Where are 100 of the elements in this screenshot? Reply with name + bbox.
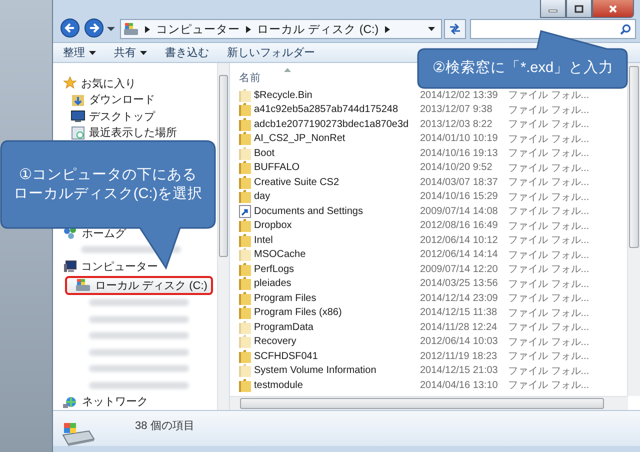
nav-item[interactable]: ローカル ディスク (C:) — [65, 276, 213, 294]
folder-icon — [239, 219, 251, 232]
file-name[interactable]: MSOCache — [254, 249, 420, 260]
type-cell-text: ファイル フォル... — [508, 263, 590, 276]
type-cell-text: ファイル フォル... — [508, 350, 590, 364]
file-name[interactable]: Program Files — [254, 292, 420, 304]
scrollbar-thumb[interactable] — [629, 66, 639, 248]
sort-icon — [284, 68, 291, 72]
file-name[interactable]: $Recycle.Bin — [254, 90, 420, 101]
type-cell-text: ファイル フォル... — [508, 190, 590, 204]
toolbar-button[interactable]: 書き込む — [163, 43, 211, 62]
folder-icon — [239, 132, 251, 146]
type-cell-text: ファイル フォル... — [508, 162, 590, 175]
nav-item[interactable]: デスクトップ — [63, 108, 217, 124]
star-icon — [63, 76, 77, 90]
date-cell-text: 2014/12/15 11:38 — [420, 307, 498, 318]
file-name[interactable]: Intel — [254, 234, 420, 246]
file-name[interactable]: Boot — [254, 148, 420, 159]
nav-item[interactable]: コンピューター — [63, 258, 217, 274]
type-cell-text: ファイル フォル... — [508, 118, 590, 132]
date-cell-text: 2012/06/14 14:14 — [420, 249, 499, 260]
file-name[interactable]: adcb1e2077190273bdec1a870e3d — [254, 118, 420, 130]
file-name[interactable]: AI_CS2_JP_NonRet — [254, 133, 420, 144]
file-name[interactable]: Recovery — [254, 336, 420, 348]
date-cell-text: 2012/11/19 18:23 — [420, 350, 498, 362]
search-field[interactable] — [470, 19, 636, 39]
file-name[interactable]: Program Files (x86) — [254, 307, 420, 318]
refresh-icon — [448, 23, 462, 35]
scrollbar[interactable] — [217, 63, 229, 410]
address-bar[interactable]: コンピューター ローカル ディスク (C:) — [120, 19, 442, 39]
network-icon — [63, 394, 78, 409]
file-name[interactable]: a41c92eb5a2857ab744d175248 — [254, 104, 420, 116]
minimize-button[interactable] — [540, 0, 566, 18]
chevron-icon — [246, 26, 251, 32]
file-name[interactable]: System Volume Information — [254, 365, 420, 376]
file-name[interactable]: Documents and Settings — [254, 206, 420, 217]
breadcrumb-item[interactable]: ローカル ディスク (C:) — [257, 22, 379, 36]
folder-icon — [239, 364, 251, 378]
file-name[interactable]: Dropbox — [254, 220, 420, 232]
scrollbar-thumb[interactable] — [240, 398, 604, 409]
date-cell-text: 2014/03/07 18:37 — [420, 176, 499, 188]
nav-item[interactable]: ダウンロード — [63, 92, 217, 108]
date-cell-text: 2009/07/14 12:20 — [420, 264, 499, 275]
toolbar-button[interactable]: 共有 — [112, 43, 149, 62]
date-cell-text: 2014/10/16 19:13 — [420, 148, 499, 159]
file-name[interactable]: SCFHDSF041 — [254, 350, 420, 362]
date-cell-text: 2009/07/14 14:08 — [420, 206, 499, 217]
folder-icon — [239, 306, 251, 320]
column-header[interactable]: 名前 — [239, 71, 261, 85]
file-name[interactable]: Creative Suite CS2 — [254, 176, 420, 188]
chevron-icon — [145, 26, 150, 32]
date-cell-text: 2014/11/28 12:24 — [420, 322, 498, 333]
toolbar-button[interactable]: 新しいフォルダー — [225, 43, 317, 62]
chevron-icon — [384, 26, 390, 32]
date-cell-text: 2014/12/15 21:03 — [420, 365, 499, 376]
forward-button[interactable] — [83, 18, 105, 40]
folder-icon — [239, 161, 251, 174]
type-cell-text: ファイル フォル... — [508, 176, 590, 190]
file-name[interactable]: pleiades — [254, 278, 420, 290]
nav-item[interactable]: ネットワーク — [63, 394, 217, 410]
type-cell-text: ファイル フォル... — [508, 379, 590, 392]
file-name[interactable]: ProgramData — [254, 322, 420, 333]
scrollbar[interactable] — [627, 63, 640, 396]
maximize-button[interactable] — [566, 0, 592, 18]
type-cell-text: ファイル フォル... — [508, 132, 590, 146]
type-cell-text: ファイル フォル... — [508, 364, 590, 378]
file-name[interactable]: testmodule — [254, 380, 420, 391]
nav-item[interactable]: 最近表示した場所 — [63, 124, 217, 141]
file-name[interactable]: BUFFALO — [254, 162, 420, 174]
date-cell-text: 2014/12/02 13:39 — [420, 90, 499, 101]
scrollbar[interactable] — [230, 396, 628, 410]
breadcrumb-item[interactable]: コンピューター — [156, 22, 240, 36]
file-name[interactable]: day — [254, 191, 420, 202]
folder-icon — [239, 320, 251, 334]
nav-item[interactable]: お気に入り — [63, 75, 217, 92]
date-cell-text: 2014/10/16 15:29 — [420, 191, 499, 202]
date-cell-text: 2012/06/14 10:12 — [420, 234, 499, 246]
recent-places-icon — [71, 126, 85, 140]
type-cell-text: ファイル フォル... — [508, 234, 590, 248]
type-cell-text: ファイル フォル... — [508, 220, 590, 233]
folder-icon — [239, 335, 251, 348]
date-cell-text: 2012/06/14 10:03 — [420, 336, 499, 348]
history-dropdown-icon[interactable] — [107, 26, 115, 32]
search-icon — [620, 24, 631, 34]
type-cell-text: ファイル フォル... — [508, 336, 590, 349]
type-cell-text: ファイル フォル... — [508, 147, 590, 160]
download-folder-icon — [71, 92, 85, 107]
type-cell-text: ファイル フォル... — [508, 205, 590, 218]
refresh-button[interactable] — [444, 19, 466, 39]
file-name[interactable]: PerfLogs — [254, 264, 420, 275]
back-button[interactable] — [59, 18, 81, 40]
type-cell-text: ファイル フォル... — [508, 306, 590, 320]
scrollbar-thumb[interactable] — [219, 75, 228, 257]
toolbar-button[interactable]: 整理 — [61, 43, 98, 62]
close-button[interactable] — [592, 0, 634, 18]
folder-icon — [239, 277, 251, 290]
date-cell-text: 2013/12/07 9:38 — [420, 104, 494, 116]
type-cell-text: ファイル フォル... — [508, 292, 590, 306]
folder-icon — [239, 103, 251, 116]
folder-icon — [239, 292, 251, 305]
